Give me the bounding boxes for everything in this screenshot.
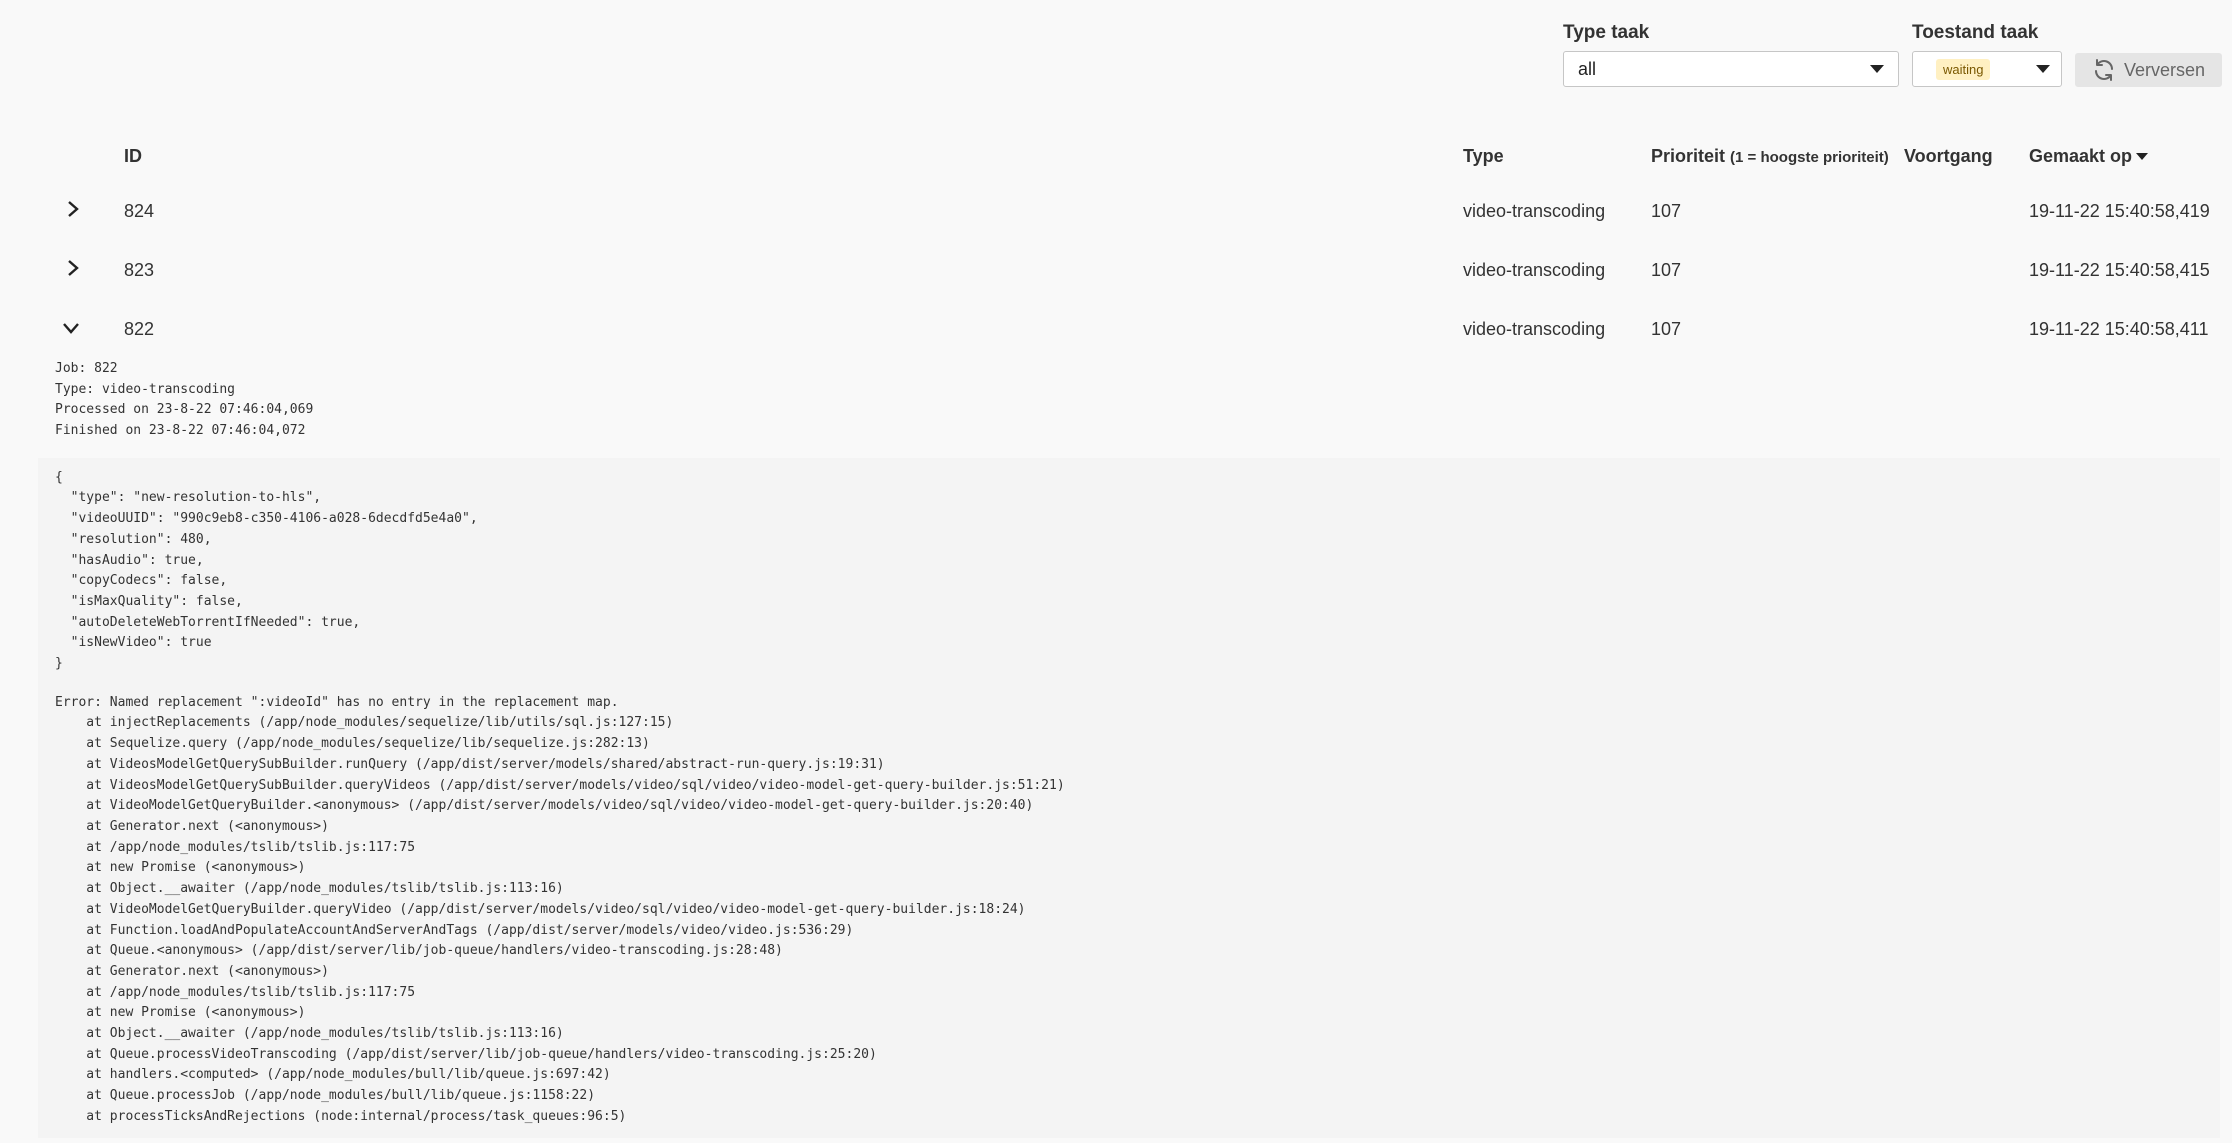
- job-priority: 107: [1651, 319, 1682, 339]
- job-created: 19-11-22 15:40:58,415: [2029, 260, 2210, 280]
- job-filters: Type taak all Toestand taak waiting Verv…: [1563, 22, 2222, 87]
- job-progress: [1903, 182, 2028, 241]
- job-info-finished: Finished on 23-8-22 07:46:04,072: [55, 423, 306, 439]
- job-created: 19-11-22 15:40:58,419: [2029, 201, 2210, 221]
- table-row[interactable]: 824 video-transcoding 107 19-11-22 15:40…: [0, 182, 2232, 241]
- created-header-label: Gemaakt op: [2029, 145, 2133, 166]
- refresh-label: Verversen: [2123, 59, 2206, 80]
- job-priority: 107: [1651, 260, 1682, 280]
- job-error-block: Error: Named replacement ":videoId" has …: [38, 684, 2220, 1138]
- job-detail-panel: Job: 822 Type: video-transcoding Process…: [0, 352, 2232, 1138]
- progress-column-header: Voortgang: [1904, 145, 1993, 166]
- refresh-button[interactable]: Verversen: [2075, 53, 2222, 87]
- job-id: 823: [124, 260, 155, 280]
- expand-toggle[interactable]: [0, 241, 123, 300]
- refresh-icon: [2094, 59, 2113, 81]
- chevron-down-icon: [63, 323, 79, 334]
- job-type-value: all: [1578, 58, 1597, 79]
- job-payload-json: { "type": "new-resolution-to-hls", "vide…: [55, 469, 478, 672]
- job-type-filter: Type taak all: [1563, 22, 1899, 87]
- job-info-id: Job: 822: [55, 361, 118, 376]
- job-id: 824: [124, 201, 155, 221]
- collapse-toggle[interactable]: [0, 300, 123, 359]
- priority-column-header: Prioriteit (1 = hoogste prioriteit): [1650, 130, 1903, 182]
- expand-toggle[interactable]: [0, 182, 123, 241]
- table-header-row: ID Type Prioriteit (1 = hoogste priorite…: [0, 130, 2232, 182]
- job-info-type: Type: video-transcoding: [55, 381, 236, 397]
- state-badge: waiting: [1936, 58, 1991, 80]
- chevron-right-icon: [68, 260, 79, 276]
- type-column-header: Type: [1463, 145, 1504, 166]
- job-info-processed: Processed on 23-8-22 07:46:04,069: [55, 402, 314, 418]
- priority-header-label: Prioriteit: [1651, 145, 1726, 166]
- job-priority: 107: [1651, 201, 1682, 221]
- caret-down-icon: [1870, 65, 1884, 73]
- job-created: 19-11-22 15:40:58,411: [2029, 319, 2209, 339]
- job-state-label: Toestand taak: [1912, 22, 2039, 43]
- job-type: video-transcoding: [1463, 201, 1606, 221]
- sort-desc-icon: [2136, 153, 2149, 161]
- created-column-header[interactable]: Gemaakt op: [2028, 130, 2232, 182]
- job-id: 822: [124, 319, 155, 339]
- job-type: video-transcoding: [1463, 260, 1606, 280]
- job-type: video-transcoding: [1463, 319, 1606, 339]
- priority-header-note: (1 = hoogste prioriteit): [1730, 148, 1889, 166]
- job-state-select[interactable]: waiting: [1912, 51, 2062, 87]
- job-error-stack: Error: Named replacement ":videoId" has …: [55, 694, 1065, 1124]
- table-row[interactable]: 822 video-transcoding 107 19-11-22 15:40…: [0, 300, 2232, 359]
- job-type-label: Type taak: [1563, 22, 1650, 43]
- job-progress: [1903, 241, 2028, 300]
- job-payload-block: { "type": "new-resolution-to-hls", "vide…: [38, 457, 2220, 685]
- chevron-right-icon: [68, 201, 79, 217]
- job-state-filter: Toestand taak waiting: [1912, 22, 2062, 87]
- caret-down-icon: [2036, 65, 2050, 73]
- expander-header: [0, 130, 123, 182]
- job-type-select[interactable]: all: [1563, 51, 1899, 87]
- jobs-table: ID Type Prioriteit (1 = hoogste priorite…: [0, 130, 2232, 359]
- table-row[interactable]: 823 video-transcoding 107 19-11-22 15:40…: [0, 241, 2232, 300]
- job-progress: [1903, 300, 2028, 359]
- id-column-header: ID: [124, 145, 142, 166]
- job-info: Job: 822 Type: video-transcoding Process…: [0, 352, 2232, 442]
